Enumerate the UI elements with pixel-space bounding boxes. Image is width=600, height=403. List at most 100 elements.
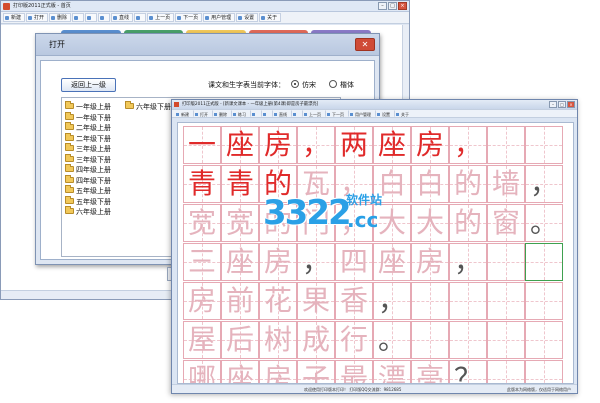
grid-cell[interactable]: 香 [335, 282, 373, 320]
back-toolbar-button[interactable]: 新建 [3, 13, 26, 22]
grid-cell[interactable]: 的 [449, 165, 487, 203]
grid-cell[interactable]: 窗 [487, 204, 525, 242]
grid-cell[interactable] [487, 126, 525, 164]
front-toolbar-button[interactable]: 设置 [375, 110, 393, 117]
grid-cell[interactable] [487, 360, 525, 383]
grid-cell[interactable]: ？ [449, 360, 487, 383]
back-toolbar-button[interactable] [134, 13, 147, 22]
back-toolbar-button[interactable]: 用户管理 [203, 13, 236, 22]
minimize-button[interactable]: – [378, 2, 387, 10]
grid-cell[interactable]: ， [525, 165, 563, 203]
grid-cell[interactable]: 果 [297, 282, 335, 320]
front-toolbar-button[interactable]: 练习 [231, 110, 249, 117]
maximize-button[interactable]: □ [388, 2, 397, 10]
folder-item[interactable]: 五年级下册 [65, 195, 111, 208]
folder-item[interactable]: 四年级下册 [65, 174, 111, 187]
maximize-button[interactable]: □ [558, 101, 566, 108]
grid-cell[interactable] [525, 360, 563, 383]
grid-cell[interactable]: 大 [411, 204, 449, 242]
grid-cell[interactable]: 一 [183, 126, 221, 164]
front-toolbar-button[interactable]: 用户管理 [348, 110, 374, 117]
grid-cell[interactable]: 青 [183, 165, 221, 203]
grid-cell[interactable]: 四 [335, 243, 373, 281]
front-toolbar-button[interactable]: 删除 [212, 110, 230, 117]
close-button[interactable]: × [567, 101, 575, 108]
grid-cell[interactable]: 。 [525, 204, 563, 242]
front-toolbar-button[interactable]: 下一页 [325, 110, 347, 117]
radio-fangsong-dot[interactable] [291, 80, 299, 88]
front-toolbar-button[interactable]: 上一页 [302, 110, 324, 117]
grid-cell[interactable]: 后 [221, 321, 259, 359]
grid-cell[interactable]: 房 [183, 282, 221, 320]
grid-cell[interactable]: 白 [411, 165, 449, 203]
back-toolbar-button[interactable]: 上一页 [147, 13, 175, 22]
grid-cell[interactable]: 亮 [411, 360, 449, 383]
folder-item[interactable]: 五年级上册 [65, 185, 111, 197]
close-button[interactable]: × [398, 2, 407, 10]
grid-cell[interactable]: 座 [373, 126, 411, 164]
back-toolbar-button[interactable]: 打开 [26, 13, 49, 22]
back-toolbar-button[interactable]: 设置 [236, 13, 259, 22]
folder-item[interactable]: 三年级上册 [65, 143, 111, 155]
grid-cell[interactable]: ， [297, 126, 335, 164]
folder-item[interactable]: 六年级上册 [65, 206, 111, 218]
front-toolbar-button[interactable] [250, 110, 260, 117]
grid-cell[interactable]: ， [449, 126, 487, 164]
grid-cell[interactable]: 三 [183, 243, 221, 281]
front-toolbar-button[interactable]: 关于 [394, 110, 412, 117]
back-toolbar-button[interactable] [72, 13, 85, 22]
back-toolbar-button[interactable]: 关于 [259, 13, 282, 22]
grid-cell[interactable]: 墙 [487, 165, 525, 203]
grid-cell[interactable]: 房 [259, 243, 297, 281]
radio-kaiti-dot[interactable] [329, 80, 337, 88]
front-toolbar-button[interactable]: 打开 [193, 110, 211, 117]
folder-item[interactable]: 二年级上册 [65, 122, 111, 134]
front-toolbar-button[interactable] [291, 110, 301, 117]
grid-cell[interactable]: 座 [221, 126, 259, 164]
front-toolbar-button[interactable]: 新建 [174, 110, 192, 117]
grid-cell[interactable]: 屋 [183, 321, 221, 359]
grid-cell[interactable] [525, 282, 563, 320]
folder-item[interactable]: 一年级下册 [65, 111, 111, 124]
back-toolbar-button[interactable]: 直线 [111, 13, 134, 22]
folder-item[interactable]: 一年级上册 [65, 101, 111, 113]
folder-item[interactable]: 二年级下册 [65, 132, 111, 145]
grid-cell[interactable]: 两 [335, 126, 373, 164]
grid-cell[interactable]: 最 [335, 360, 373, 383]
grid-cell[interactable] [525, 126, 563, 164]
back-toolbar-button[interactable]: 删除 [49, 13, 72, 22]
grid-cell[interactable] [487, 282, 525, 320]
dialog-close-icon[interactable]: ✕ [355, 38, 375, 51]
grid-cell[interactable]: 座 [221, 360, 259, 383]
folder-item[interactable]: 三年级下册 [65, 153, 111, 166]
grid-cell[interactable]: ， [297, 243, 335, 281]
grid-cell[interactable] [411, 321, 449, 359]
radio-fangsong[interactable]: 仿宋 [291, 80, 316, 90]
grid-cell[interactable] [449, 321, 487, 359]
folder-item[interactable]: 四年级上册 [65, 164, 111, 176]
grid-cell[interactable]: ， [449, 243, 487, 281]
back-level-button[interactable]: 返回上一级 [61, 78, 116, 92]
grid-cell[interactable]: 前 [221, 282, 259, 320]
grid-cell[interactable]: 成 [297, 321, 335, 359]
minimize-button[interactable]: – [549, 101, 557, 108]
folder-item[interactable]: 六年级下册 [125, 101, 171, 113]
radio-kaiti[interactable]: 楷体 [329, 80, 354, 90]
grid-cell[interactable]: 座 [221, 243, 259, 281]
grid-cell[interactable] [487, 321, 525, 359]
grid-cell[interactable]: 哪 [183, 360, 221, 383]
grid-cell[interactable]: 花 [259, 282, 297, 320]
grid-cell[interactable]: 房 [411, 126, 449, 164]
grid-cell[interactable]: 宽 [221, 204, 259, 242]
grid-cell[interactable] [449, 282, 487, 320]
grid-cell[interactable]: 青 [221, 165, 259, 203]
front-toolbar-button[interactable]: 直线 [272, 110, 290, 117]
grid-cell[interactable]: 行 [335, 321, 373, 359]
grid-cell[interactable] [525, 243, 563, 281]
back-toolbar-button[interactable] [85, 13, 98, 22]
grid-cell[interactable]: 房 [411, 243, 449, 281]
grid-cell[interactable]: 座 [373, 243, 411, 281]
front-toolbar-button[interactable] [261, 110, 271, 117]
grid-cell[interactable]: 宽 [183, 204, 221, 242]
grid-cell[interactable]: 的 [449, 204, 487, 242]
